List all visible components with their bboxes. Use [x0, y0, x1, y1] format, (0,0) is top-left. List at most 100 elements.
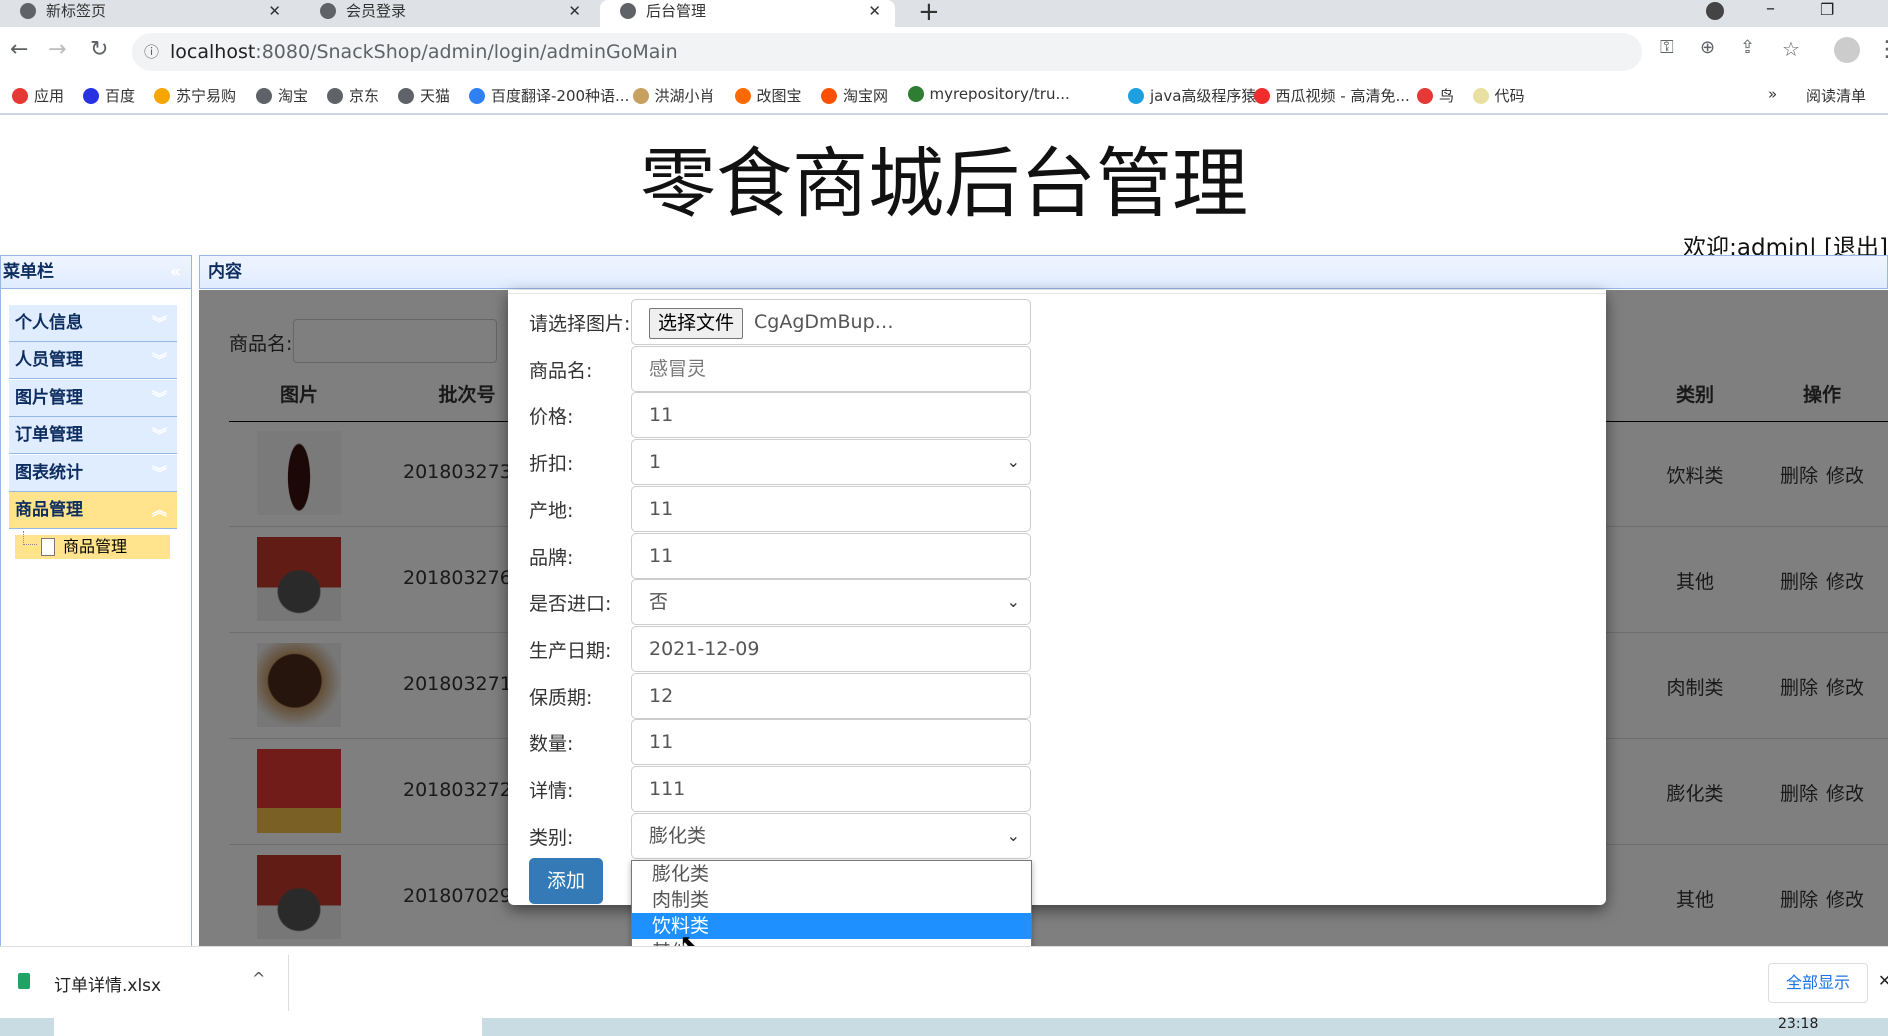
- chevron-down-icon: ︾: [151, 463, 167, 482]
- zoom-icon[interactable]: ⊕: [1700, 37, 1715, 58]
- field-value: 否: [649, 591, 669, 614]
- select-field[interactable]: 1 ⌄: [631, 439, 1031, 486]
- choose-file-button[interactable]: 选择文件: [649, 308, 744, 339]
- bookmark-label: 京东: [349, 87, 380, 105]
- sidebar-item[interactable]: 人员管理 ︾: [9, 342, 177, 380]
- text-field[interactable]: 12: [631, 672, 1031, 719]
- bookmark-item[interactable]: myrepository/tru...: [907, 85, 1070, 103]
- excel-file-icon: [18, 973, 30, 989]
- add-button[interactable]: 添加: [529, 858, 603, 904]
- sidebar-item[interactable]: 图表统计 ︾: [9, 454, 177, 492]
- sidebar-subitem-goods[interactable]: 商品管理: [15, 531, 170, 559]
- dropdown-option[interactable]: 肉制类: [632, 887, 1031, 913]
- bookmark-item[interactable]: 淘宝网: [821, 85, 888, 106]
- text-field[interactable]: 11: [631, 532, 1031, 579]
- chevron-down-icon: ︾: [151, 314, 167, 332]
- bookmark-label: 鸟: [1439, 87, 1455, 105]
- bookmark-item[interactable]: 百度翻译-200种语...: [469, 85, 629, 106]
- chevron-down-icon: ⌄: [1006, 825, 1020, 845]
- bookmark-item[interactable]: 苏宁易购: [154, 85, 236, 106]
- bookmark-label: 天猫: [420, 87, 451, 105]
- bookmark-icon: [632, 88, 649, 104]
- bookmark-item[interactable]: 应用: [12, 85, 64, 106]
- reading-list[interactable]: 阅读清单: [1806, 85, 1866, 106]
- close-tab-icon[interactable]: ✕: [568, 0, 581, 22]
- field-label: 请选择图片:: [529, 313, 631, 335]
- reload-icon[interactable]: ↻: [90, 37, 108, 62]
- more-bookmarks[interactable]: »: [1768, 85, 1777, 103]
- bookmark-icon: [1472, 88, 1489, 104]
- bookmark-item[interactable]: 代码: [1472, 85, 1525, 106]
- close-download-bar-icon[interactable]: ✕: [1878, 971, 1888, 990]
- bookmark-icon: [12, 88, 28, 104]
- bookmark-item[interactable]: 天猫: [398, 85, 450, 106]
- select-field[interactable]: 膨化类 ⌄: [631, 812, 1031, 859]
- field-label: 价格:: [529, 406, 574, 429]
- bookmark-label: 洪湖小肖: [654, 87, 715, 105]
- sidebar-item[interactable]: 订单管理 ︾: [9, 417, 177, 455]
- tab-admin[interactable]: 后台管理 ✕: [600, 0, 895, 27]
- avatar[interactable]: [1834, 37, 1860, 63]
- restore-button[interactable]: ❐: [1820, 0, 1834, 19]
- show-all-button[interactable]: 全部显示: [1768, 963, 1868, 1003]
- taskbar: 23:18: [0, 1016, 1888, 1036]
- field-value: 111: [649, 778, 686, 800]
- bookmark-item[interactable]: 改图宝: [734, 85, 802, 106]
- minimize-button[interactable]: –: [1766, 0, 1775, 19]
- text-field[interactable]: 2021-12-09: [631, 625, 1031, 672]
- bookmark-icon: [469, 88, 485, 104]
- bookmark-label: 百度: [105, 87, 136, 105]
- tab-member-login[interactable]: 会员登录 ✕: [300, 0, 595, 27]
- dropdown-option[interactable]: 膨化类: [632, 861, 1031, 887]
- menu-icon[interactable]: ⋮: [1876, 37, 1888, 62]
- sidebar-item[interactable]: 图片管理 ︾: [9, 379, 177, 417]
- collapse-icon[interactable]: «: [170, 256, 181, 288]
- add-goods-modal: 请选择图片:选择文件CgAgDmBup…g_180x180.jpg 商品名: 感冒灵…: [508, 290, 1606, 905]
- text-field[interactable]: 11: [631, 485, 1031, 532]
- address-bar-row: ← → ↻ ⓘ localhost:8080/SnackShop/admin/lo…: [0, 27, 1888, 77]
- url-input[interactable]: ⓘ localhost:8080/SnackShop/admin/login/ad…: [132, 33, 1642, 71]
- field-value: 11: [649, 731, 674, 754]
- file-input[interactable]: 选择文件CgAgDmBup…g_180x180.jpg: [631, 299, 1031, 377]
- new-tab-button[interactable]: +: [918, 0, 940, 27]
- bookmark-icon: [1417, 88, 1433, 104]
- bookmark-item[interactable]: 西瓜视频 - 高清免...: [1253, 85, 1410, 106]
- bookmark-item[interactable]: 鸟: [1417, 85, 1454, 106]
- bookmark-item[interactable]: 淘宝: [256, 85, 308, 106]
- share-icon[interactable]: ⇪: [1740, 37, 1755, 58]
- bookmark-item[interactable]: 洪湖小肖: [632, 85, 715, 106]
- globe-icon: [620, 3, 636, 19]
- bookmark-item[interactable]: 京东: [327, 85, 379, 106]
- select-field[interactable]: 否 ⌄: [631, 579, 1031, 626]
- modal-divider: [508, 293, 1606, 294]
- bookmark-label: 代码: [1494, 87, 1525, 105]
- text-field[interactable]: 111: [631, 766, 1031, 812]
- back-icon[interactable]: ←: [10, 37, 28, 62]
- chevron-up-icon[interactable]: ^: [252, 969, 265, 988]
- tab-new[interactable]: 新标签页 ✕: [0, 0, 295, 27]
- taskbar-search[interactable]: [54, 1018, 482, 1036]
- profile-menu-icon[interactable]: [1706, 2, 1724, 20]
- close-tab-icon[interactable]: ✕: [868, 0, 881, 22]
- field-value: 12: [649, 684, 674, 707]
- text-field[interactable]: 11: [631, 719, 1031, 766]
- sidebar-item[interactable]: 个人信息 ︾: [9, 305, 177, 342]
- bookmark-label: 改图宝: [756, 87, 802, 105]
- key-icon[interactable]: ⚿: [1660, 37, 1674, 58]
- bookmark-label: 西瓜视频 - 高清免...: [1275, 87, 1410, 105]
- close-tab-icon[interactable]: ✕: [268, 0, 281, 22]
- forward-icon[interactable]: →: [48, 37, 66, 62]
- bookmark-label: 苏宁易购: [176, 87, 237, 105]
- sidebar-item-label: 商品管理: [15, 500, 83, 520]
- text-field[interactable]: 感冒灵: [631, 345, 1031, 392]
- download-file[interactable]: 订单详情.xlsx: [54, 971, 161, 996]
- bookmark-item[interactable]: java高级程序猿: [1128, 85, 1256, 106]
- bookmark-star-icon[interactable]: ☆: [1782, 37, 1800, 61]
- sidebar-item[interactable]: 商品管理 ︽: [9, 492, 177, 529]
- bookmark-item[interactable]: 百度: [83, 85, 135, 106]
- text-field[interactable]: 11: [631, 392, 1031, 439]
- bookmark-icon: [1128, 88, 1144, 104]
- field-label: 详情:: [529, 780, 574, 802]
- sidebar-item-label: 订单管理: [15, 425, 83, 446]
- divider: [288, 955, 289, 1011]
